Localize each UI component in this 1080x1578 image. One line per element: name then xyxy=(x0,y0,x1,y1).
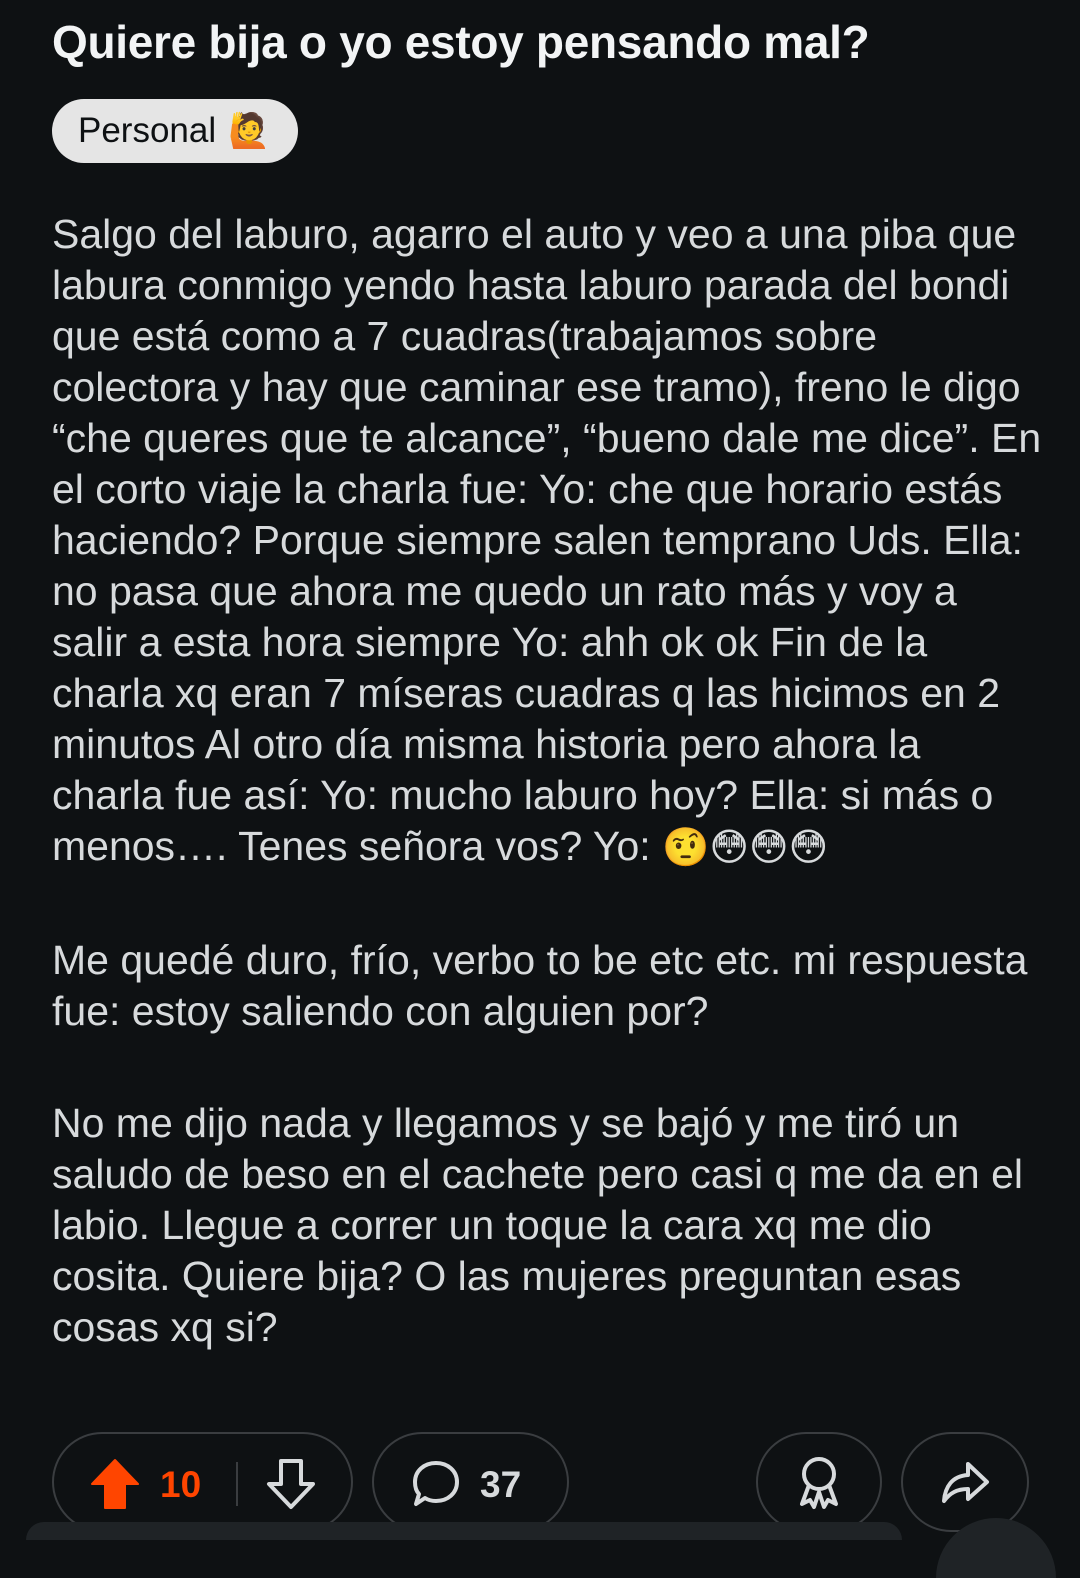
share-arrow-icon xyxy=(942,1462,989,1503)
comments-button[interactable]: 37 xyxy=(372,1432,569,1532)
vote-control: 10 xyxy=(52,1432,353,1532)
raising-hand-emoji: 🙋 xyxy=(228,112,271,150)
vote-count: 10 xyxy=(160,1464,202,1505)
body-paragraph-1-text: Salgo del laburo, agarro el auto y veo a… xyxy=(52,211,1042,869)
post-title: Quiere bija o yo estoy pensando mal? xyxy=(52,16,870,68)
body-paragraph-1: Salgo del laburo, agarro el auto y veo a… xyxy=(52,209,1042,874)
flair-label: Personal xyxy=(78,111,217,150)
arrow-up-icon[interactable] xyxy=(90,1458,140,1510)
flair-tag[interactable]: Personal 🙋 xyxy=(52,99,299,163)
body-paragraph-3: No me dijo nada y llegamos y se bajó y m… xyxy=(52,1100,1023,1350)
reaction-emojis: 🤨😳😳😳 xyxy=(662,827,829,869)
post-body: Salgo del laburo, agarro el auto y veo a… xyxy=(52,209,1042,1353)
comment-count: 37 xyxy=(480,1464,522,1505)
vote-divider xyxy=(236,1462,238,1506)
arrow-down-icon[interactable] xyxy=(266,1458,316,1510)
award-ribbon-icon xyxy=(800,1457,838,1509)
post: Quiere bija o yo estoy pensando mal? Per… xyxy=(52,0,1042,1353)
share-button[interactable] xyxy=(901,1432,1029,1532)
speech-bubble-icon xyxy=(413,1461,459,1506)
award-button[interactable] xyxy=(756,1432,882,1532)
comment-input-bar[interactable] xyxy=(26,1522,902,1540)
body-paragraph-2: Me quedé duro, frío, verbo to be etc etc… xyxy=(52,937,1028,1034)
